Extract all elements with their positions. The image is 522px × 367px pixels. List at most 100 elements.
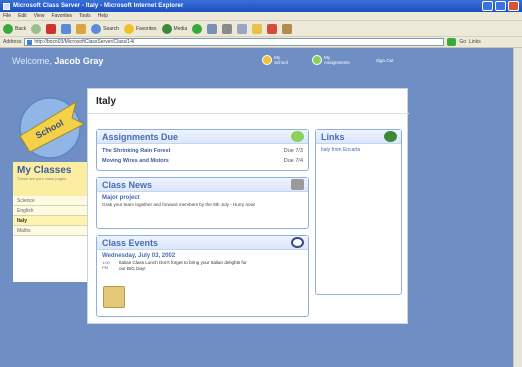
messenger-icon[interactable] <box>282 23 293 34</box>
events-card: Class Events Wednesday, July 03, 2002 1:… <box>96 235 309 317</box>
my-school-label: My School <box>274 55 288 65</box>
links-heading: Links <box>316 130 401 144</box>
assignments-heading: Assignments Due <box>97 130 308 144</box>
media-icon <box>161 23 172 34</box>
maximize-button[interactable] <box>495 1 506 11</box>
print-icon[interactable] <box>222 23 233 34</box>
assignment-row[interactable]: Moving Wires and Motors Due 7/4 <box>97 158 308 164</box>
folder-icon[interactable] <box>252 23 263 34</box>
close-button[interactable] <box>508 1 519 11</box>
browser-toolbar: Back Search Favorites Media <box>0 21 522 37</box>
stop-icon[interactable] <box>46 23 57 34</box>
class-main-panel: Italy Assignments Due The Shrinking Rain… <box>87 88 409 324</box>
link-item[interactable]: Italy from Encarta <box>316 144 401 156</box>
link-arrow-icon <box>384 131 397 142</box>
address-label: Address <box>3 39 22 45</box>
menu-edit[interactable]: Edit <box>18 13 27 19</box>
class-item-english[interactable]: English <box>13 206 87 216</box>
page-scrollbar[interactable] <box>513 48 522 367</box>
assignment-name[interactable]: The Shrinking Rain Forest <box>102 148 170 154</box>
window-title: Microsoft Class Server - Italy - Microso… <box>13 3 184 9</box>
menu-help[interactable]: Help <box>98 13 108 19</box>
assignment-row[interactable]: The Shrinking Rain Forest Due 7/3 <box>97 148 308 154</box>
home-icon[interactable] <box>76 23 87 34</box>
news-card: Class News Major project Grab your team … <box>96 177 309 229</box>
event-picture <box>103 286 125 308</box>
page-icon <box>27 39 33 45</box>
minimize-button[interactable] <box>482 1 493 11</box>
menu-view[interactable]: View <box>34 13 45 19</box>
checkmark-icon <box>312 55 322 65</box>
events-heading: Class Events <box>97 236 308 250</box>
assignment-due: Due 7/3 <box>283 148 303 154</box>
search-icon <box>91 23 102 34</box>
my-classes-panel: My Classes These are your class pages Sc… <box>13 162 87 282</box>
links-label[interactable]: Links <box>469 39 481 45</box>
address-input[interactable]: http://bozo03/MicrosoftClassServer/Class… <box>24 38 445 46</box>
class-item-italy[interactable]: Italy <box>13 216 87 226</box>
back-label: Back <box>15 25 27 32</box>
search-button[interactable]: Search <box>91 23 119 34</box>
sign-out-label: Sign Out <box>376 58 394 63</box>
back-button[interactable]: Back <box>3 23 27 34</box>
window-titlebar: Microsoft Class Server - Italy - Microso… <box>0 0 522 12</box>
address-bar: Address http://bozo03/MicrosoftClassServ… <box>0 37 522 48</box>
favorites-label: Favorites <box>135 25 157 32</box>
page-content: Welcome, Jacob Gray My School My Assignm… <box>0 48 522 367</box>
refresh-icon[interactable] <box>61 23 72 34</box>
news-item-body: Grab your team together and forward memb… <box>102 202 256 207</box>
my-assignments-link[interactable]: My Assignments <box>312 55 350 65</box>
my-assignments-line-2: Assignments <box>324 60 350 65</box>
school-icon <box>262 55 272 65</box>
menu-file[interactable]: File <box>3 13 11 19</box>
assignments-heading-text: Assignments Due <box>102 131 179 142</box>
menu-favorites[interactable]: Favorites <box>51 13 72 19</box>
event-time: 1:00 PM <box>102 260 110 270</box>
welcome-prefix: Welcome, <box>12 56 52 66</box>
links-card: Links Italy from Encarta <box>315 129 402 295</box>
favorites-button[interactable]: Favorites <box>123 23 157 34</box>
my-classes-header: My Classes These are your class pages <box>13 162 87 196</box>
menu-tools[interactable]: Tools <box>79 13 91 19</box>
forward-arrow-icon[interactable] <box>31 23 42 34</box>
sign-out-link[interactable]: Sign Out <box>376 58 394 63</box>
history-icon[interactable] <box>192 23 203 34</box>
class-item-maths[interactable]: Maths <box>13 226 87 236</box>
newspaper-icon <box>291 179 304 190</box>
title-divider <box>88 113 409 114</box>
event-text: Italian Class Lunch Don't forget to brin… <box>119 260 247 271</box>
page-title: Italy <box>96 96 117 107</box>
my-school-link[interactable]: My School <box>262 55 288 65</box>
welcome-text: Welcome, Jacob Gray <box>12 56 103 66</box>
welcome-bar: Welcome, Jacob Gray <box>12 51 412 71</box>
tools-icon[interactable] <box>267 23 278 34</box>
my-classes-title: My Classes <box>17 165 72 176</box>
school-logo: School <box>19 97 86 159</box>
go-label[interactable]: Go <box>459 39 466 45</box>
user-name: Jacob Gray <box>54 56 104 66</box>
media-button[interactable]: Media <box>161 23 188 34</box>
go-icon[interactable] <box>447 38 457 46</box>
edit-icon[interactable] <box>237 23 248 34</box>
my-assignments-label: My Assignments <box>324 55 350 65</box>
mail-icon[interactable] <box>207 23 218 34</box>
news-heading-text: Class News <box>102 179 153 190</box>
checkmark-icon <box>291 131 304 142</box>
back-arrow-icon <box>3 23 13 34</box>
address-url: http://bozo03/MicrosoftClassServer/Class… <box>34 39 135 45</box>
assignment-name[interactable]: Moving Wires and Motors <box>102 158 169 164</box>
assignments-card: Assignments Due The Shrinking Rain Fores… <box>96 129 309 171</box>
media-label: Media <box>173 25 188 32</box>
window-controls <box>482 1 519 11</box>
menu-bar: File Edit View Favorites Tools Help <box>0 12 522 21</box>
events-heading-text: Class Events <box>102 237 159 248</box>
news-heading: Class News <box>97 178 308 192</box>
my-classes-subtitle: These are your class pages <box>17 176 67 181</box>
event-row[interactable]: 1:00 PM Italian Class Lunch Don't forget… <box>97 260 308 272</box>
search-label: Search <box>103 25 119 32</box>
news-item-title[interactable]: Major project <box>97 192 308 202</box>
my-school-line-2: School <box>274 60 288 65</box>
class-item-science[interactable]: Science <box>13 196 87 206</box>
ie-icon <box>3 2 10 10</box>
event-date: Wednesday, July 03, 2002 <box>102 253 176 259</box>
